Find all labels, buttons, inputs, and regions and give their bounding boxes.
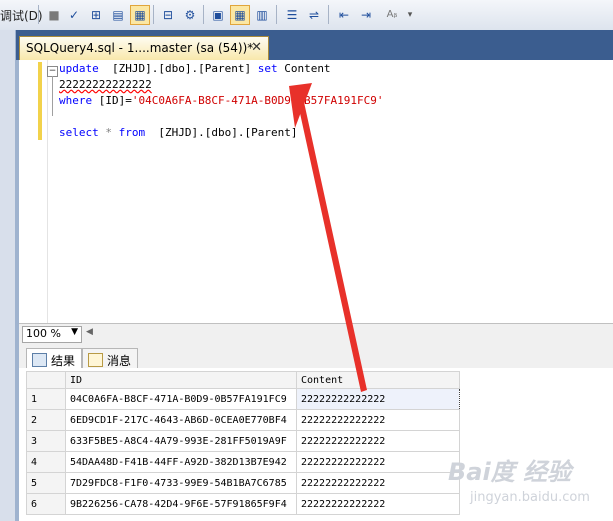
cell-id[interactable]: 9B226256-CA78-42D4-9F6E-57F91865F9F4 xyxy=(65,493,297,515)
grid-results-icon xyxy=(32,353,47,367)
indent-icon[interactable]: ▥ xyxy=(252,5,272,25)
results-to-grid-icon[interactable]: ▦ xyxy=(130,5,150,25)
query-options-icon[interactable]: ⚙ xyxy=(180,5,200,25)
table-row[interactable]: 4 54DAA48D-F41B-44FF-A92D-382D13B7E942 2… xyxy=(26,451,460,473)
overflow-icon[interactable]: ▾ xyxy=(404,5,416,25)
decrease-indent-icon[interactable]: ⇤ xyxy=(334,5,354,25)
cell-id[interactable]: 7D29FDC8-F1F0-4733-99E9-54B1BA7C6785 xyxy=(65,472,297,494)
check-icon[interactable]: ✓ xyxy=(64,5,84,25)
cell-content[interactable]: 22222222222222 xyxy=(296,430,460,452)
code-token: [ZHJD].[dbo].[Parent] xyxy=(145,126,298,139)
code-token: '04C0A6FA-B8CF-471A-B0D9-0B57FA191FC9' xyxy=(131,94,384,107)
toolbar-separator xyxy=(328,5,329,24)
row-number[interactable]: 2 xyxy=(26,409,66,431)
cell-id[interactable]: 6ED9CD1F-217C-4643-AB6D-0CEA0E770BF4 xyxy=(65,409,297,431)
code-line: 22222222222222 xyxy=(59,78,152,91)
increase-indent-icon[interactable]: ⇥ xyxy=(356,5,376,25)
table-row[interactable]: 3 633F5BE5-A8C4-4A79-993E-281FF5019A9F 2… xyxy=(26,430,460,452)
tab-title: SQLQuery4.sql - 1....master (sa (54))* xyxy=(26,41,254,55)
results-to-text-icon[interactable]: ▦ xyxy=(230,5,250,25)
row-number[interactable]: 5 xyxy=(26,472,66,494)
code-line: update [ZHJD].[dbo].[Parent] set Content xyxy=(59,62,331,75)
column-header-rownum[interactable] xyxy=(26,371,66,389)
code-line: where [ID]='04C0A6FA-B8CF-471A-B0D9-0B57… xyxy=(59,94,384,107)
cell-id[interactable]: 633F5BE5-A8C4-4A79-993E-281FF5019A9F xyxy=(65,430,297,452)
fold-line xyxy=(52,76,53,116)
toolbar-separator xyxy=(153,5,154,24)
cell-content-selected[interactable]: 22222222222222 xyxy=(296,388,460,410)
query-document-tab[interactable]: SQLQuery4.sql - 1....master (sa (54))* ✕ xyxy=(19,36,269,61)
code-token: where xyxy=(59,94,93,107)
watermark-brand: Bai度 经验 xyxy=(448,458,572,486)
column-header-id[interactable]: ID xyxy=(65,371,297,389)
editor-gutter xyxy=(19,60,48,323)
code-token: set xyxy=(257,62,278,75)
zoom-bar xyxy=(19,323,613,345)
parse-icon[interactable]: ⊞ xyxy=(86,5,106,25)
table-row[interactable]: 5 7D29FDC8-F1F0-4733-99E9-54B1BA7C6785 2… xyxy=(26,472,460,494)
code-token: [ID]= xyxy=(92,94,132,107)
tab-results[interactable]: 结果 xyxy=(26,348,82,370)
results-grid: ID Content 1 04C0A6FA-B8CF-471A-B0D9-0B5… xyxy=(26,371,460,515)
column-header-content[interactable]: Content xyxy=(296,371,460,389)
toolbar-separator xyxy=(203,5,204,24)
change-tracking-bar xyxy=(38,62,42,140)
cell-content[interactable]: 22222222222222 xyxy=(296,451,460,473)
tab-results-label: 结果 xyxy=(51,354,76,368)
zoom-select[interactable]: 100 % ▼ xyxy=(22,326,82,343)
include-plan-icon[interactable]: ⊟ xyxy=(158,5,178,25)
display-plan-icon[interactable]: ▤ xyxy=(108,5,128,25)
code-token: [ZHJD].[dbo].[Parent] xyxy=(98,62,258,75)
close-icon[interactable]: ✕ xyxy=(251,40,262,55)
toolbar: 调试(D) ■ ✓ ⊞ ▤ ▦ ⊟ ⚙ ▣ ▦ ▥ ☰ ⇌ ⇤ ⇥ Aᵦ ▾ xyxy=(0,0,613,31)
row-number[interactable]: 4 xyxy=(26,451,66,473)
tab-messages-label: 消息 xyxy=(107,354,132,368)
cell-content[interactable]: 22222222222222 xyxy=(296,493,460,515)
toolbar-separator xyxy=(276,5,277,24)
object-explorer-edge xyxy=(0,30,16,521)
scroll-left-icon[interactable]: ◀ xyxy=(86,327,93,337)
table-row[interactable]: 2 6ED9CD1F-217C-4643-AB6D-0CEA0E770BF4 2… xyxy=(26,409,460,431)
code-token: update xyxy=(59,62,99,75)
table-row[interactable]: 6 9B226256-CA78-42D4-9F6E-57F91865F9F4 2… xyxy=(26,493,460,515)
cell-id[interactable]: 54DAA48D-F41B-44FF-A92D-382D13B7E942 xyxy=(65,451,297,473)
code-token: 22222222222222 xyxy=(59,78,152,91)
code-token: select xyxy=(59,126,99,139)
cell-id[interactable]: 04C0A6FA-B8CF-471A-B0D9-0B57FA191FC9 xyxy=(65,388,297,410)
row-number[interactable]: 1 xyxy=(26,388,66,410)
code-token: from xyxy=(118,126,146,139)
zoom-value: 100 % xyxy=(26,327,61,340)
specify-values-icon[interactable]: Aᵦ xyxy=(382,5,402,25)
messages-icon xyxy=(88,353,103,367)
cell-content[interactable]: 22222222222222 xyxy=(296,409,460,431)
chevron-down-icon: ▼ xyxy=(71,327,78,337)
table-row[interactable]: 1 04C0A6FA-B8CF-471A-B0D9-0B57FA191FC9 2… xyxy=(26,388,460,410)
uncomment-icon[interactable]: ⇌ xyxy=(304,5,324,25)
stop-icon[interactable]: ■ xyxy=(44,5,64,25)
code-token: Content xyxy=(277,62,331,75)
cell-content[interactable]: 22222222222222 xyxy=(296,472,460,494)
code-token: * xyxy=(98,126,119,139)
debug-menu[interactable]: 调试(D) xyxy=(0,7,43,24)
toolbar-separator xyxy=(38,5,39,24)
tab-messages[interactable]: 消息 xyxy=(82,348,138,369)
intellisense-icon[interactable]: ▣ xyxy=(208,5,228,25)
row-number[interactable]: 6 xyxy=(26,493,66,515)
row-number[interactable]: 3 xyxy=(26,430,66,452)
code-line: select * from [ZHJD].[dbo].[Parent] xyxy=(59,126,297,139)
comment-icon[interactable]: ☰ xyxy=(282,5,302,25)
watermark-url: jingyan.baidu.com xyxy=(470,490,590,505)
baidu-watermark: Bai度 经验 jingyan.baidu.com xyxy=(440,452,610,517)
